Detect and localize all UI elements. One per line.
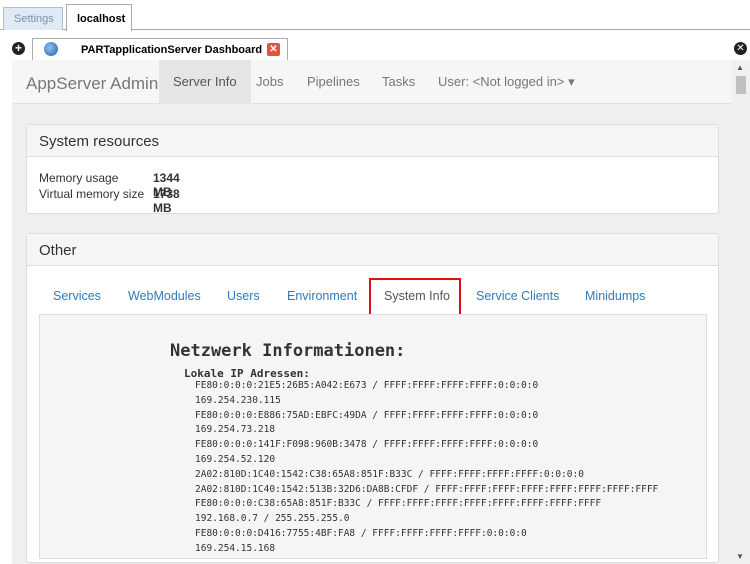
tab-users[interactable]: Users [227,289,260,303]
scroll-up-icon[interactable]: ▲ [736,63,744,72]
virtual-memory-row: Virtual memory size 1738 MB [39,187,180,215]
dashboard-content: AppServer Admin Server Info Jobs Pipelin… [12,60,732,564]
ip-line: 192.168.0.7 / 255.255.255.0 [195,513,350,525]
document-tabbar: + PARTapplicationServer Dashboard ✕ ✕ [0,30,750,62]
highlight-box [369,278,461,316]
network-heading: Netzwerk Informationen: [170,341,406,361]
ip-line: FE80:0:0:0:141F:F098:960B:3478 / FFFF:FF… [195,439,539,451]
memory-usage-row: Memory usage 1344 MB [39,171,180,199]
system-info-content: Netzwerk Informationen: Lokale IP Adress… [39,314,707,559]
window-tabbar: Settings localhost [0,0,750,31]
add-tab-icon[interactable]: + [12,42,25,55]
ip-line: FE80:0:0:0:C38:65A8:851F:B33C / FFFF:FFF… [195,498,602,510]
ip-line: 169.254.15.168 [195,542,276,554]
tab-service-clients[interactable]: Service Clients [476,289,559,303]
close-tab-icon[interactable]: ✕ [267,43,280,56]
brand[interactable]: AppServer Admin [26,74,158,94]
ip-list: FE80:0:0:0:21E5:26B5:A042:E673 / FFFF:FF… [195,379,658,557]
panel-title: Other [27,234,718,266]
ip-line: 169.254.230.115 [195,394,281,406]
label: Virtual memory size [39,187,145,201]
nav-server-info[interactable]: Server Info [159,60,251,104]
tab-minidumps[interactable]: Minidumps [585,289,645,303]
close-all-icon[interactable]: ✕ [734,42,747,55]
scroll-down-icon[interactable]: ▼ [736,552,744,561]
value: 1738 MB [153,187,180,215]
nav-jobs[interactable]: Jobs [242,60,297,104]
ip-line: FE80:0:0:0:21E5:26B5:A042:E673 / FFFF:FF… [195,380,539,391]
tab-webmodules[interactable]: WebModules [128,289,201,303]
globe-icon [44,42,58,56]
nav-pipelines[interactable]: Pipelines [293,60,374,104]
scroll-thumb[interactable] [736,76,746,94]
nav-user-dropdown[interactable]: User: <Not logged in> ▾ [424,60,589,104]
tab-environment[interactable]: Environment [287,289,357,303]
ip-line: 2A02:810D:1C40:1542:513B:32D6:DA8B:CFDF … [195,483,659,495]
tab-services[interactable]: Services [53,289,101,303]
nav-tasks[interactable]: Tasks [368,60,429,104]
navbar: AppServer Admin Server Info Jobs Pipelin… [12,60,732,104]
system-resources-panel: System resources Memory usage 1344 MB Vir… [26,124,719,215]
ip-line: 169.254.52.120 [195,453,276,465]
tab-dashboard[interactable]: PARTapplicationServer Dashboard ✕ [32,38,288,62]
ip-line: FE80:0:0:0:E886:75AD:EBFC:49DA / FFFF:FF… [195,409,539,421]
tab-localhost[interactable]: localhost [66,4,132,31]
panel-title: System resources [27,125,718,157]
label: Memory usage [39,171,119,185]
tab-settings[interactable]: Settings [3,7,63,30]
ip-line: 169.254.73.218 [195,424,276,436]
other-panel: Other Services WebModules Users Environm… [26,233,719,563]
ip-line: FE80:0:0:0:D416:7755:4BF:FA8 / FFFF:FFFF… [195,527,527,539]
vertical-scrollbar[interactable]: ▲ ▼ [732,60,750,564]
ip-line: 2A02:810D:1C40:1542:C38:65A8:851F:B33C /… [195,468,584,480]
tab-title: PARTapplicationServer Dashboard [81,44,263,56]
